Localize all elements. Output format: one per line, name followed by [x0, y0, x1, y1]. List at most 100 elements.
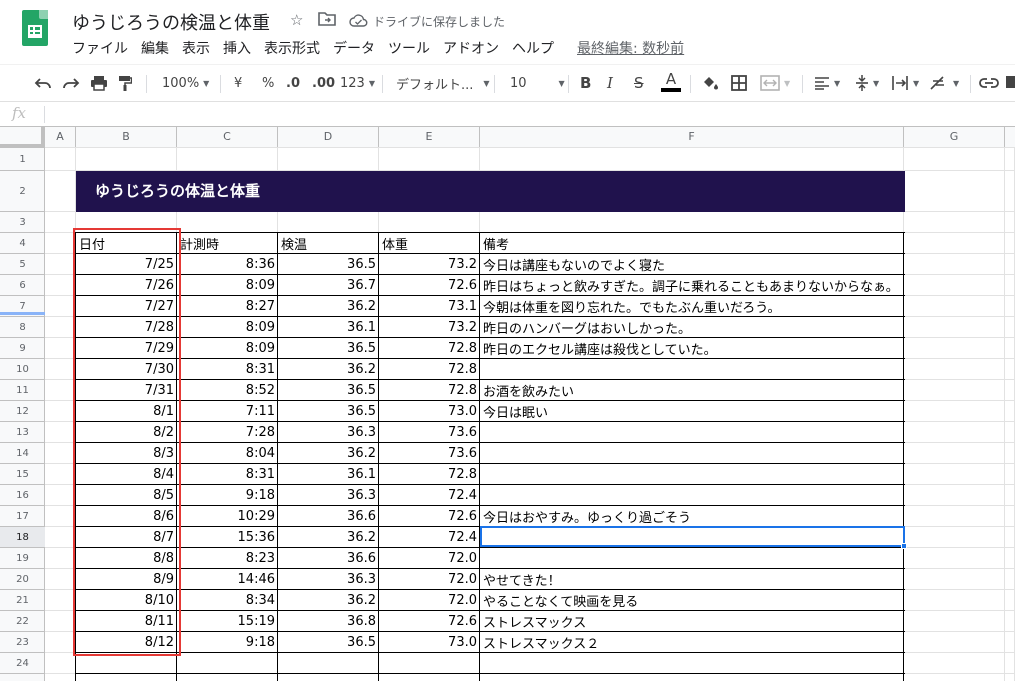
weight-cell[interactable]: 73.1 [379, 296, 480, 317]
document-title[interactable]: ゆうじろうの検温と体重 [72, 9, 270, 35]
column-header-g[interactable]: G [904, 127, 1005, 147]
time-cell[interactable]: 9:18 [177, 485, 278, 506]
time-cell[interactable]: 14:46 [177, 569, 278, 590]
row-header-14[interactable]: 14 [0, 443, 45, 464]
table-header-cell[interactable]: 備考 [480, 233, 904, 254]
temperature-cell[interactable]: 36.5 [278, 401, 379, 422]
borders-icon[interactable] [731, 72, 747, 94]
note-cell[interactable]: やせてきた！ [480, 569, 904, 590]
temperature-cell[interactable]: 36.6 [278, 506, 379, 527]
text-wrap-icon[interactable]: ▼ [891, 72, 919, 94]
menu-format[interactable]: 表示形式 [264, 38, 320, 58]
row-header-24[interactable]: 24 [0, 653, 45, 674]
font-select[interactable]: デフォルト... ▼ [396, 72, 490, 94]
weight-cell[interactable]: 73.2 [379, 317, 480, 338]
row-header-17[interactable]: 17 [0, 506, 45, 527]
table-header-cell[interactable]: 検温 [278, 233, 379, 254]
sheet-banner-title[interactable]: ゆうじろうの体温と体重 [76, 171, 905, 212]
column-header-a[interactable]: A [45, 127, 76, 147]
row-resize-marker[interactable] [0, 312, 45, 315]
note-cell[interactable]: 今朝は体重を図り忘れた。でもたぶん重いだろう。 [480, 296, 904, 317]
row-header-15[interactable]: 15 [0, 464, 45, 485]
temperature-cell[interactable]: 36.6 [278, 548, 379, 569]
insert-comment-icon[interactable] [1006, 72, 1015, 94]
column-header-e[interactable]: E [379, 127, 480, 147]
note-cell[interactable] [480, 359, 904, 380]
last-edit-link[interactable]: 最終編集: 数秒前 [577, 38, 684, 58]
star-icon[interactable]: ☆ [290, 11, 303, 29]
time-cell[interactable]: 8:23 [177, 548, 278, 569]
column-header-d[interactable]: D [278, 127, 379, 147]
time-cell[interactable]: 8:09 [177, 275, 278, 296]
menu-tools[interactable]: ツール [388, 38, 430, 58]
temperature-cell[interactable]: 36.3 [278, 422, 379, 443]
weight-cell[interactable]: 73.0 [379, 632, 480, 653]
note-cell[interactable]: 昨日のエクセル講座は殺伐としていた。 [480, 338, 904, 359]
time-cell[interactable]: 8:27 [177, 296, 278, 317]
row-header-19[interactable]: 19 [0, 548, 45, 569]
menu-insert[interactable]: 挿入 [223, 38, 251, 58]
fill-handle[interactable] [901, 543, 907, 549]
note-cell[interactable] [480, 485, 904, 506]
note-cell[interactable]: お酒を飲みたい [480, 380, 904, 401]
note-cell[interactable]: 今日は眠い [480, 401, 904, 422]
temperature-cell[interactable]: 36.7 [278, 275, 379, 296]
horizontal-align-icon[interactable]: ▼ [814, 72, 840, 94]
note-cell[interactable] [480, 548, 904, 569]
temperature-cell[interactable]: 36.5 [278, 380, 379, 401]
move-folder-icon[interactable] [318, 11, 336, 30]
weight-cell[interactable]: 72.4 [379, 527, 480, 548]
time-cell[interactable]: 8:31 [177, 359, 278, 380]
paint-format-icon[interactable] [118, 72, 132, 94]
select-all-corner[interactable] [0, 127, 45, 148]
time-cell[interactable]: 8:52 [177, 380, 278, 401]
menu-file[interactable]: ファイル [72, 38, 128, 58]
time-cell[interactable]: 15:19 [177, 611, 278, 632]
number-format-select[interactable]: 123 ▼ [340, 72, 375, 94]
menu-view[interactable]: 表示 [182, 38, 210, 58]
row-header-23[interactable]: 23 [0, 632, 45, 653]
column-header-f[interactable]: F [480, 127, 904, 147]
temperature-cell[interactable]: 36.1 [278, 464, 379, 485]
merge-cells-icon[interactable]: ▼ [760, 72, 790, 94]
weight-cell[interactable]: 73.2 [379, 254, 480, 275]
time-cell[interactable]: 8:09 [177, 317, 278, 338]
temperature-cell[interactable]: 36.5 [278, 338, 379, 359]
time-cell[interactable]: 7:28 [177, 422, 278, 443]
temperature-cell[interactable]: 36.3 [278, 485, 379, 506]
row-header-20[interactable]: 20 [0, 569, 45, 590]
insert-link-icon[interactable] [979, 72, 999, 94]
temperature-cell[interactable]: 36.2 [278, 296, 379, 317]
row-header-16[interactable]: 16 [0, 485, 45, 506]
bold-button[interactable]: B [580, 72, 591, 94]
text-color-button[interactable]: A [661, 72, 681, 94]
column-header-c[interactable]: C [177, 127, 278, 147]
weight-cell[interactable]: 72.6 [379, 611, 480, 632]
menu-addons[interactable]: アドオン [443, 38, 499, 58]
note-cell[interactable]: ストレスマックス２ [480, 632, 904, 653]
temperature-cell[interactable]: 36.2 [278, 527, 379, 548]
note-cell[interactable]: 今日は講座もないのでよく寝た [480, 254, 904, 275]
row-header-12[interactable]: 12 [0, 401, 45, 422]
row-header-4[interactable]: 4 [0, 233, 45, 254]
font-size-select[interactable]: 10 ▼ [510, 72, 565, 94]
row-header-21[interactable]: 21 [0, 590, 45, 611]
menu-help[interactable]: ヘルプ [512, 38, 554, 58]
row-header-9[interactable]: 9 [0, 338, 45, 359]
row-header-11[interactable]: 11 [0, 380, 45, 401]
print-icon[interactable] [90, 72, 108, 94]
weight-cell[interactable]: 72.0 [379, 569, 480, 590]
time-cell[interactable]: 9:18 [177, 632, 278, 653]
time-cell[interactable]: 8:31 [177, 464, 278, 485]
row-header-2[interactable]: 2 [0, 171, 45, 212]
temperature-cell[interactable]: 36.2 [278, 590, 379, 611]
time-cell[interactable]: 8:34 [177, 590, 278, 611]
note-cell[interactable]: 昨日のハンバーグはおいしかった。 [480, 317, 904, 338]
time-cell[interactable]: 8:04 [177, 443, 278, 464]
time-cell[interactable]: 10:29 [177, 506, 278, 527]
zoom-select[interactable]: 100% ▼ [162, 72, 209, 94]
weight-cell[interactable]: 72.8 [379, 464, 480, 485]
note-cell[interactable]: やることなくて映画を見る [480, 590, 904, 611]
vertical-align-icon[interactable]: ▼ [855, 72, 879, 94]
decrease-decimal-button[interactable]: .0 [286, 72, 300, 94]
